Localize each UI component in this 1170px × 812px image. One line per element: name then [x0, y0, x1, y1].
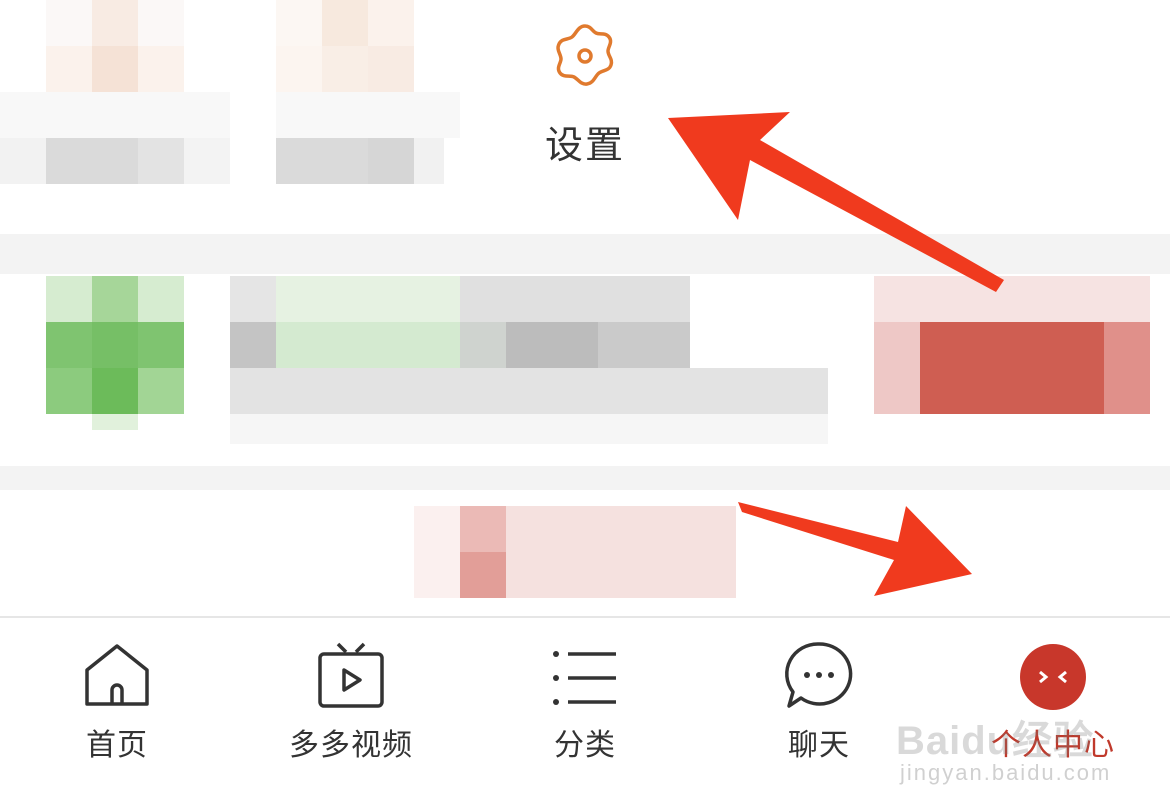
arrow-to-profile: [738, 502, 972, 596]
list-icon: [553, 651, 616, 705]
blurred-banner-row[interactable]: [0, 274, 1170, 450]
screen: 设置 首页 多多视频 分类 聊天 个人中心 Baidu经验 jingyan.ba…: [0, 0, 1170, 812]
tab-label-video: 多多视频: [289, 728, 413, 763]
settings-button[interactable]: 设置: [520, 20, 650, 180]
watermark-logo: Baidu经验: [896, 719, 1095, 763]
settings-label: 设置: [544, 123, 625, 167]
blurred-item-second[interactable]: [230, 0, 460, 185]
gear-icon: [556, 24, 614, 86]
tab-label-category: 分类: [554, 728, 616, 763]
blurred-link[interactable]: [414, 506, 736, 598]
tab-label-home: 首页: [86, 728, 148, 763]
section-divider-2: [0, 466, 1170, 490]
section-divider: [0, 234, 1170, 274]
tab-home[interactable]: 首页: [0, 618, 234, 812]
tab-video[interactable]: 多多视频: [234, 618, 468, 812]
blurred-item-left[interactable]: [0, 0, 230, 185]
home-icon: [85, 644, 149, 706]
tab-category[interactable]: 分类: [468, 618, 702, 812]
avatar-icon: [1020, 644, 1086, 710]
chat-bubble-icon: [785, 642, 853, 708]
tv-play-icon: [318, 642, 384, 708]
watermark-url: jingyan.baidu.com: [900, 760, 1112, 785]
